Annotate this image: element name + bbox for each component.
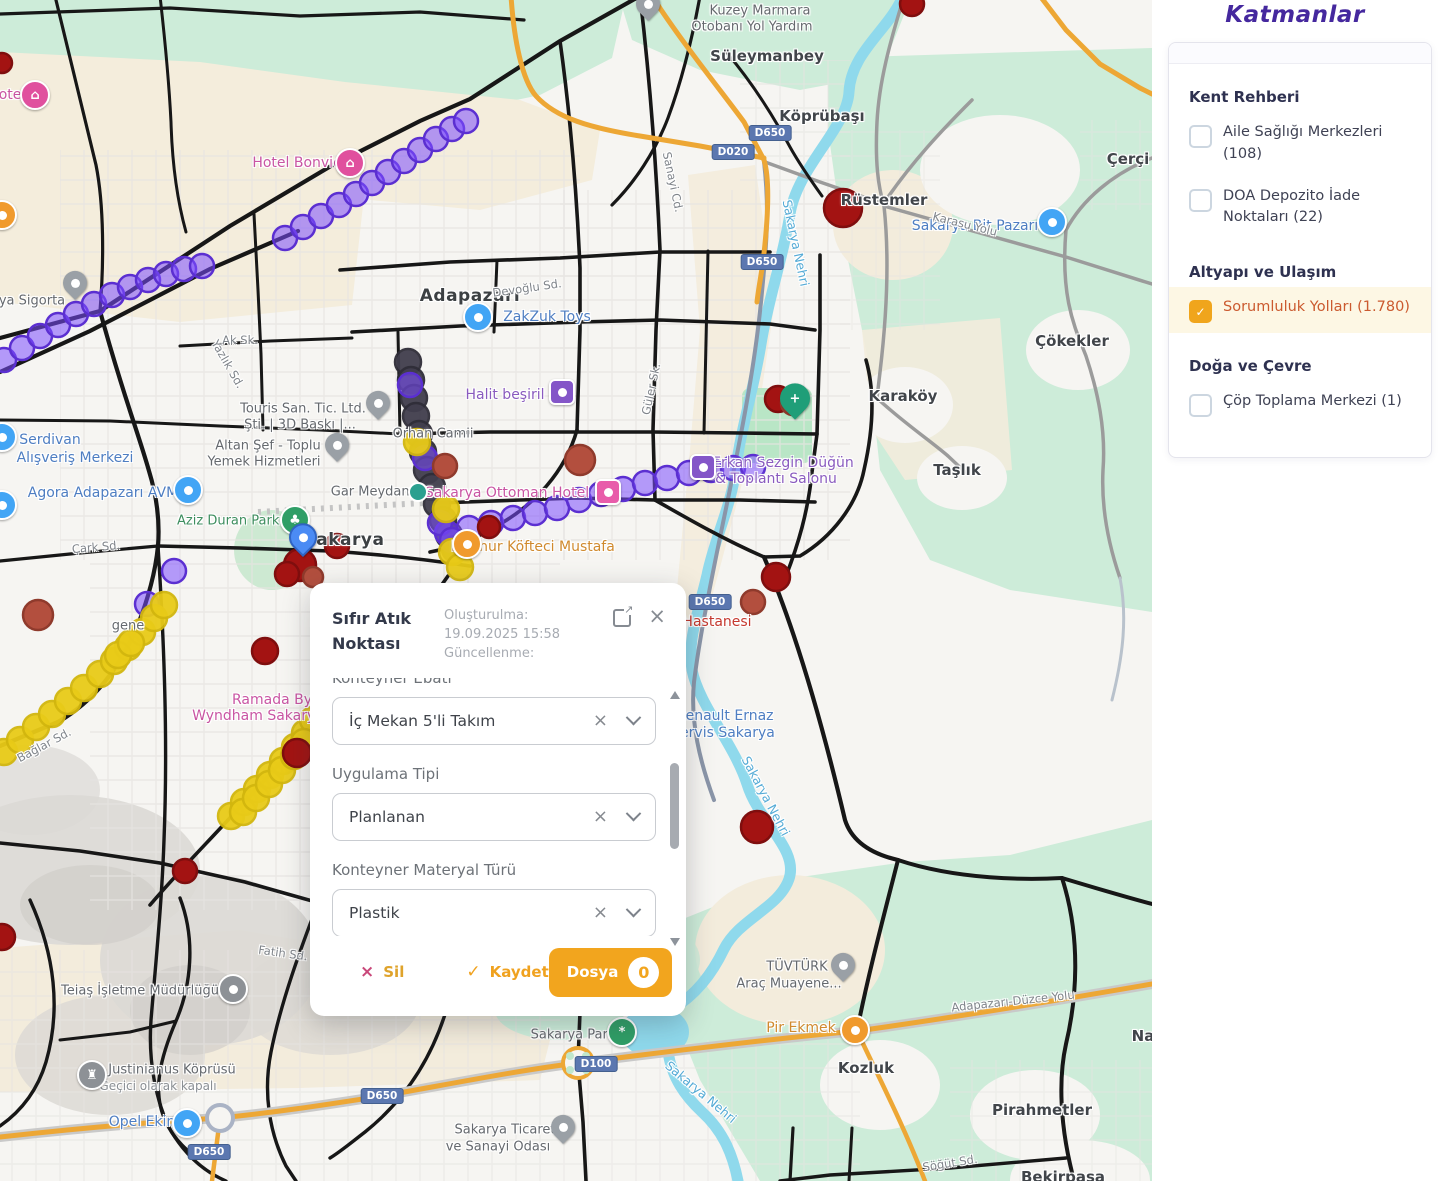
expand-icon[interactable]: ↗: [613, 609, 631, 627]
created-value: 19.09.2025 15:58: [444, 626, 613, 645]
popup-scrollbar[interactable]: [669, 691, 681, 946]
select-value: Plastik: [349, 904, 593, 922]
select-input[interactable]: Plastik×: [332, 889, 656, 936]
layer-item[interactable]: DOA Depozito İade Noktaları (22): [1169, 176, 1431, 240]
checkbox-icon[interactable]: [1189, 125, 1212, 148]
panel-header-strip[interactable]: [1169, 43, 1431, 64]
feature-popup: Sıfır Atık Noktası Oluşturulma: 19.09.20…: [310, 583, 686, 1016]
close-icon[interactable]: ×: [648, 609, 666, 623]
chevron-down-icon[interactable]: [626, 806, 642, 822]
updated-label: Güncellenme:: [444, 645, 613, 664]
delete-button[interactable]: × Sil: [360, 962, 404, 982]
popup-footer: × Sil ✓ Kaydet Dosya 0: [310, 936, 686, 997]
popup-title: Sıfır Atık Noktası: [332, 607, 444, 664]
clear-icon[interactable]: ×: [593, 902, 608, 923]
select-input[interactable]: İç Mekan 5'li Takım×: [332, 697, 656, 745]
layer-item[interactable]: Çöp Toplama Merkezi (1): [1169, 381, 1431, 427]
layers-panel-card: Kent Rehberi Aile Sağlığı Merkezleri (108…: [1168, 42, 1432, 458]
select-value: Planlanan: [349, 808, 593, 826]
field-label: Konteyner Ebatı: [332, 678, 656, 687]
checkbox-icon[interactable]: [1189, 394, 1212, 417]
layer-sections: Kent Rehberi Aile Sağlığı Merkezleri (108…: [1169, 88, 1431, 427]
delete-x-icon: ×: [360, 962, 374, 982]
save-button[interactable]: ✓ Kaydet: [466, 962, 548, 982]
layer-item-label: Çöp Toplama Merkezi (1): [1223, 391, 1402, 413]
checkbox-icon[interactable]: [1189, 189, 1212, 212]
scroll-up-icon[interactable]: [670, 691, 680, 699]
field-label: Konteyner Materyal Türü: [332, 861, 656, 879]
created-label: Oluşturulma:: [444, 607, 613, 626]
file-count-badge: 0: [628, 957, 659, 988]
layer-item[interactable]: ✓ Sorumluluk Yolları (1.780): [1169, 287, 1431, 333]
layer-section-title: Doğa ve Çevre: [1169, 357, 1431, 375]
clear-icon[interactable]: ×: [593, 710, 608, 731]
layer-section-title: Altyapı ve Ulaşım: [1169, 263, 1431, 281]
layer-section-title: Kent Rehberi: [1169, 88, 1431, 106]
select-input[interactable]: Planlanan×: [332, 793, 656, 841]
scroll-down-icon[interactable]: [670, 938, 680, 946]
popup-header: Sıfır Atık Noktası Oluşturulma: 19.09.20…: [310, 583, 686, 664]
clear-icon[interactable]: ×: [593, 806, 608, 827]
save-check-icon: ✓: [466, 962, 480, 982]
checkbox-icon[interactable]: ✓: [1189, 300, 1212, 323]
select-value: İç Mekan 5'li Takım: [349, 712, 593, 730]
layer-item-label: Aile Sağlığı Merkezleri (108): [1223, 122, 1411, 166]
file-button[interactable]: Dosya 0: [549, 948, 673, 997]
layer-item-label: Sorumluluk Yolları (1.780): [1223, 297, 1410, 319]
chevron-down-icon[interactable]: [626, 710, 642, 726]
field-label: Uygulama Tipi: [332, 765, 656, 783]
popup-meta: Oluşturulma: 19.09.2025 15:58 Güncellenm…: [444, 607, 613, 664]
scrollbar-thumb[interactable]: [670, 763, 679, 849]
popup-form: Konteyner Ebatıİç Mekan 5'li Takım×Uygul…: [332, 678, 656, 936]
layers-panel-title: Katmanlar: [1152, 2, 1438, 28]
layer-item-label: DOA Depozito İade Noktaları (22): [1223, 186, 1411, 230]
layers-sidebar: Katmanlar Kent Rehberi Aile Sağlığı Merke…: [1152, 0, 1438, 1181]
chevron-down-icon[interactable]: [626, 902, 642, 918]
app-window: AdapazarıSakaryaSüleymanbeyKöprübaşıRüst…: [0, 0, 1438, 1181]
layer-item[interactable]: Aile Sağlığı Merkezleri (108): [1169, 112, 1431, 176]
